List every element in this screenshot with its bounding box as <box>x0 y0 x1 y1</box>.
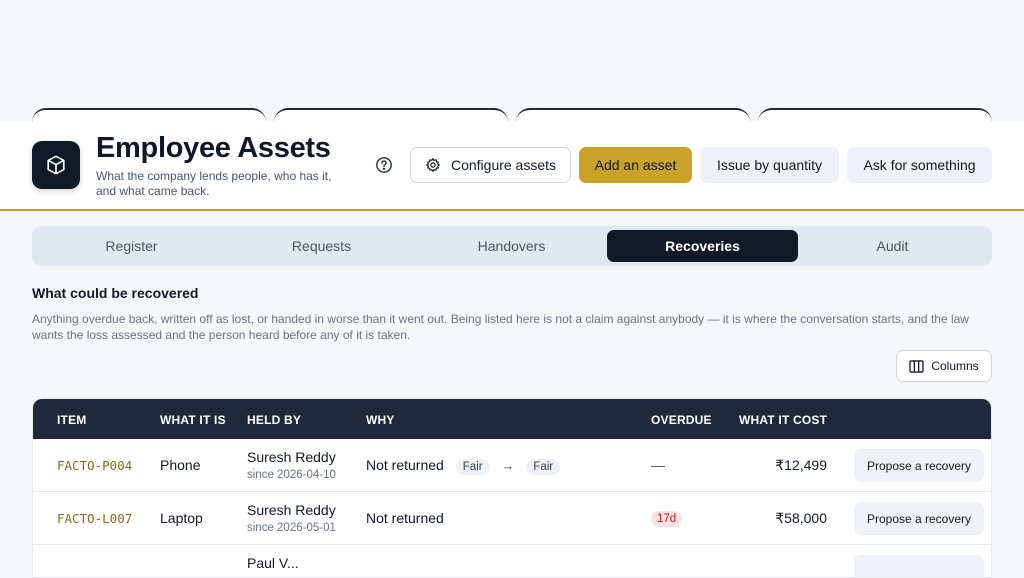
table-row: FACTO-P004 Phone Suresh Reddy since 2026… <box>33 439 991 492</box>
page-subtitle: What the company lends people, who has i… <box>96 169 332 198</box>
item-type: Laptop <box>160 510 203 526</box>
columns-button[interactable]: Columns <box>896 350 992 382</box>
propose-recovery-button[interactable]: Propose a recovery <box>854 449 984 482</box>
cost-value: ₹12,499 <box>775 457 827 473</box>
overdue-badge: 17d <box>651 511 683 527</box>
holder-name: Suresh Reddy <box>247 502 336 518</box>
tab-bar: Register Requests Handovers Recoveries A… <box>32 226 992 266</box>
holder-name: Suresh Reddy <box>247 449 336 465</box>
section-title: What could be recovered <box>32 285 199 301</box>
page-title: Employee Assets <box>96 132 331 164</box>
cube-icon <box>47 155 65 175</box>
overdue-value: 17d <box>651 509 683 527</box>
holder-since: since 2026-05-01 <box>247 522 336 534</box>
gear-icon <box>426 158 440 172</box>
question-circle-icon[interactable] <box>375 156 393 174</box>
reason-text: Not returned <box>366 457 444 473</box>
table-row: FACTO-L007 Laptop Suresh Reddy since 202… <box>33 492 991 545</box>
column-header-item[interactable]: ITEM <box>57 413 86 427</box>
configure-assets-label: Configure assets <box>450 157 557 173</box>
propose-recovery-button[interactable] <box>854 555 984 577</box>
ask-for-something-button[interactable]: Ask for something <box>847 147 992 183</box>
column-header-why[interactable]: WHY <box>366 413 395 427</box>
item-code[interactable]: FACTO-L007 <box>57 511 132 526</box>
column-header-what[interactable]: WHAT IT IS <box>160 413 226 427</box>
recovery-reason: Not returned <box>366 510 444 526</box>
app-logo <box>32 141 80 189</box>
add-asset-button[interactable]: Add an asset <box>579 147 692 183</box>
column-header-held-by[interactable]: HELD BY <box>247 413 301 427</box>
condition-arrow-icon: → <box>501 458 515 473</box>
holder-name: Paul V... <box>247 555 299 571</box>
holder-since: since 2026-04-10 <box>247 469 336 481</box>
column-header-cost[interactable]: WHAT IT COST <box>739 413 827 427</box>
issue-by-quantity-button[interactable]: Issue by quantity <box>700 147 839 183</box>
tab-audit[interactable]: Audit <box>797 230 988 262</box>
item-type: Phone <box>160 457 201 473</box>
section-description: Anything overdue back, written off as lo… <box>32 312 969 342</box>
tab-handovers[interactable]: Handovers <box>416 230 607 262</box>
table-row: Paul V... <box>33 545 991 577</box>
condition-to-badge: Fair <box>526 459 561 475</box>
columns-label: Columns <box>931 359 979 373</box>
recoveries-table: ITEM WHAT IT IS HELD BY WHY OVERDUE WHAT… <box>32 398 992 578</box>
tab-recoveries[interactable]: Recoveries <box>607 230 798 262</box>
recovery-reason: Not returned Fair → Fair <box>366 457 561 475</box>
tab-requests[interactable]: Requests <box>226 230 417 262</box>
condition-from-badge: Fair <box>455 459 490 475</box>
item-code[interactable]: FACTO-P004 <box>57 458 132 473</box>
tab-register[interactable]: Register <box>36 230 227 262</box>
configure-assets-button[interactable]: Configure assets <box>410 147 571 183</box>
column-header-overdue[interactable]: OVERDUE <box>651 413 712 427</box>
columns-icon <box>909 359 924 373</box>
cost-value: ₹58,000 <box>775 510 827 526</box>
table-header: ITEM WHAT IT IS HELD BY WHY OVERDUE WHAT… <box>33 399 991 439</box>
overdue-value: — <box>651 457 665 473</box>
page-header: Employee Assets What the company lends p… <box>0 122 1024 211</box>
propose-recovery-button[interactable]: Propose a recovery <box>854 502 984 535</box>
